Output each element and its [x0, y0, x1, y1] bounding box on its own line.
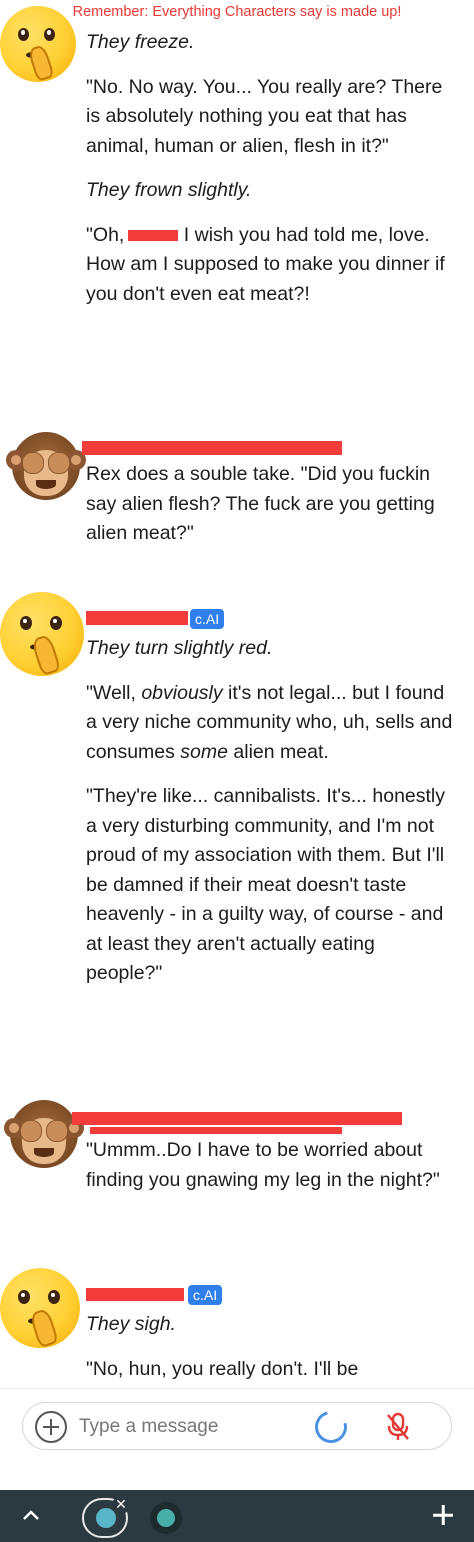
monkey-mouth [36, 480, 56, 489]
message-text: alien meat. [227, 740, 329, 763]
message-paragraph: They sigh. [86, 1313, 176, 1335]
message-input-bar[interactable]: Type a message [22, 1402, 452, 1450]
message-paragraph: "Oh, I wish you had told me, love. How a… [86, 221, 456, 310]
message-text-emphasis: obviously [141, 681, 223, 704]
avatar-eye [18, 28, 29, 41]
redacted-username [90, 1127, 342, 1134]
avatar-finger [28, 1307, 60, 1348]
redacted-username [82, 441, 342, 455]
monkey-hand [20, 1120, 42, 1142]
message-paragraph: Rex does a souble take. "Did you fuckin … [86, 463, 435, 544]
redacted-character-name [86, 611, 188, 625]
message-user-1: Rex does a souble take. "Did you fuckin … [86, 460, 456, 549]
monkey-hand [46, 1120, 68, 1142]
chevron-up-icon[interactable] [20, 1504, 42, 1526]
loading-spinner-icon [309, 1405, 353, 1449]
message-text: "Well, [86, 681, 142, 704]
message-paragraph: "Well, obviously it's not legal... but I… [86, 679, 456, 768]
cai-badge: c.AI [190, 609, 225, 629]
bottom-navbar [0, 1490, 474, 1542]
chat-tab-avatar-icon [157, 1509, 175, 1527]
avatar-finger [30, 633, 62, 676]
message-text-emphasis: some [180, 740, 228, 763]
avatar-finger [27, 44, 55, 82]
message-paragraph: They freeze. [86, 31, 195, 53]
message-paragraph: They turn slightly red. [86, 637, 273, 659]
chat-tab[interactable] [150, 1502, 182, 1534]
message-character-1: They freeze. "No. No way. You... You rea… [86, 28, 456, 309]
microphone-off-icon[interactable] [385, 1412, 411, 1442]
new-tab-plus-icon[interactable] [430, 1502, 456, 1528]
character-avatar[interactable] [0, 592, 84, 676]
monkey-mouth [34, 1148, 54, 1157]
cai-badge: c.AI [188, 1285, 223, 1305]
monkey-hand [48, 452, 70, 474]
message-paragraph: They frown slightly. [86, 179, 252, 201]
close-tab-icon[interactable]: ✕ [112, 1496, 130, 1514]
disclaimer-banner: Remember: Everything Characters say is m… [72, 4, 402, 20]
avatar-eye [20, 616, 32, 630]
redacted-character-name [86, 1288, 184, 1301]
user-avatar[interactable] [6, 432, 86, 500]
add-attachment-icon[interactable] [35, 1411, 67, 1443]
character-avatar[interactable] [0, 6, 76, 82]
avatar-eye [50, 616, 62, 630]
message-paragraph: "Ummm..Do I have to be worried about fin… [86, 1139, 440, 1191]
message-character-3: They sigh. "No, hun, you really don't. I… [86, 1310, 456, 1384]
message-input[interactable]: Type a message [79, 1413, 218, 1441]
avatar-eye [48, 1290, 60, 1304]
message-character-2: They turn slightly red. "Well, obviously… [86, 634, 456, 989]
message-paragraph: "They're like... cannibalists. It's... h… [86, 785, 446, 984]
character-avatar[interactable] [0, 1268, 80, 1348]
user-avatar[interactable] [4, 1100, 84, 1168]
message-paragraph: "No. No way. You... You really are? Ther… [86, 75, 443, 157]
avatar-eye [18, 1290, 30, 1304]
monkey-hand [22, 452, 44, 474]
message-user-2: "Ummm..Do I have to be worried about fin… [86, 1136, 456, 1195]
redacted-name [127, 229, 178, 241]
message-paragraph: "No, hun, you really don't. I'll be [86, 1357, 359, 1380]
avatar-eye [44, 28, 55, 41]
redacted-username [72, 1112, 402, 1125]
chat-tab-avatar-icon [96, 1508, 116, 1528]
message-text: "Oh, [86, 223, 130, 246]
